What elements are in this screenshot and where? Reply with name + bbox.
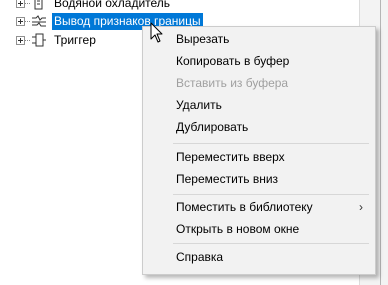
expand-icon[interactable]: [16, 0, 25, 8]
menu-separator: [173, 243, 369, 244]
chevron-right-icon: ›: [359, 200, 363, 214]
menu-item-label: Справка: [176, 250, 224, 264]
menu-item-copy[interactable]: Копировать в буфер: [143, 50, 375, 72]
menu-item-label: Вставить из буфера: [176, 76, 289, 90]
menu-item-duplicate[interactable]: Дублировать: [143, 116, 375, 138]
menu-item-label: Поместить в библиотеку: [176, 200, 313, 214]
tree-item-label: Водяной охладитель: [54, 0, 171, 10]
context-menu: Вырезать Копировать в буфер Вставить из …: [142, 26, 376, 275]
menu-item-label: Вырезать: [176, 32, 230, 46]
tree-item-label: Триггер: [54, 33, 96, 47]
menu-item-move-up[interactable]: Переместить вверх: [143, 146, 375, 168]
menu-item-open-new-window[interactable]: Открыть в новом окне: [143, 218, 375, 240]
menu-item-move-down[interactable]: Переместить вниз: [143, 168, 375, 190]
expand-icon[interactable]: [16, 36, 25, 45]
menu-item-label: Копировать в буфер: [176, 54, 290, 68]
menu-item-paste[interactable]: Вставить из буфера: [143, 72, 375, 94]
expand-icon[interactable]: [16, 17, 25, 26]
menu-item-label: Переместить вниз: [176, 172, 279, 186]
menu-item-delete[interactable]: Удалить: [143, 94, 375, 116]
tree-item-water-cooler[interactable]: Водяной охладитель: [0, 0, 210, 13]
trigger-icon: [32, 33, 46, 47]
water-cooler-icon: [34, 0, 43, 10]
boundary-signal-icon: [32, 15, 46, 27]
scrollbar-track[interactable]: [380, 0, 381, 285]
mouse-pointer-icon: [150, 22, 163, 43]
menu-item-label: Открыть в новом окне: [176, 222, 300, 236]
menu-item-label: Дублировать: [176, 120, 249, 134]
menu-separator: [173, 143, 369, 144]
menu-item-cut[interactable]: Вырезать: [143, 28, 375, 50]
menu-item-help[interactable]: Справка: [143, 246, 375, 268]
menu-separator: [173, 194, 369, 195]
menu-item-label: Удалить: [176, 98, 222, 112]
menu-item-place-in-library[interactable]: Поместить в библиотеку ›: [143, 196, 375, 218]
menu-item-label: Переместить вверх: [176, 150, 285, 164]
